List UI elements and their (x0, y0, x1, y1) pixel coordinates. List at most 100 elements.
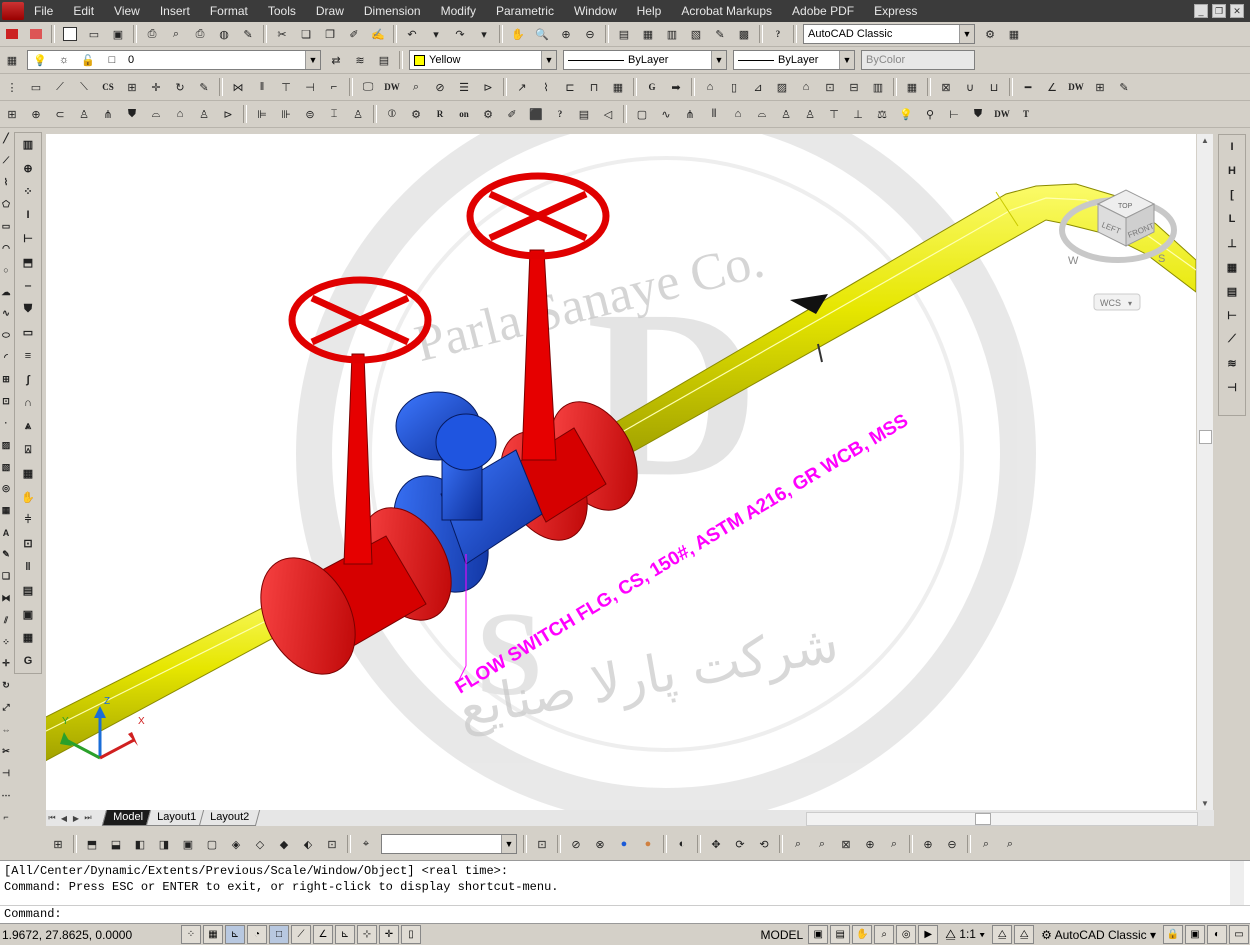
zoom-window-icon[interactable]: ⊕ (556, 24, 576, 44)
refresh-icon[interactable]: G (642, 77, 662, 97)
coordinate-readout[interactable]: 1.9672, 27.8625, 0.0000 (0, 928, 180, 942)
pump-icon[interactable]: ⛊ (18, 299, 38, 318)
dynamic-input-icon[interactable]: ⊹ (357, 925, 377, 944)
se-iso-icon[interactable]: ◇ (250, 834, 270, 854)
i-beam-icon[interactable]: I (1222, 137, 1242, 157)
polar-tracking-icon[interactable]: ◔ (247, 925, 267, 944)
orbit-icon[interactable]: ⟳ (730, 834, 750, 854)
fillet-icon[interactable]: ⌐ (1, 809, 11, 825)
text-icon[interactable]: T (1016, 104, 1036, 124)
angle-icon[interactable]: ∠ (1042, 77, 1062, 97)
tower-icon[interactable]: ⊤ (824, 104, 844, 124)
cube-icon[interactable]: ⬛ (526, 104, 546, 124)
roof-icon[interactable]: ⌂ (796, 77, 816, 97)
settings-icon[interactable]: ⚙ (478, 104, 498, 124)
dw-icon-3[interactable]: DW (992, 104, 1012, 124)
erase-icon[interactable]: ✎ (1, 547, 11, 563)
mtext-icon[interactable]: A (1, 525, 11, 541)
compass-s-label[interactable]: S (1158, 253, 1165, 265)
wall-icon[interactable]: ▥ (868, 77, 888, 97)
panel-icon[interactable]: ▢ (632, 104, 652, 124)
menu-edit[interactable]: Edit (63, 0, 104, 22)
quick-properties-icon[interactable]: ▯ (401, 925, 421, 944)
quick-view-drawings-icon[interactable]: ▤ (830, 925, 851, 944)
dome-icon[interactable]: ⌓ (752, 104, 772, 124)
pin-icon[interactable]: ⊘ (430, 77, 450, 97)
elbow-icon[interactable]: ⌐ (324, 77, 344, 97)
flange-icon[interactable]: ‖ (252, 77, 272, 97)
angle-profile-icon[interactable]: L (1222, 209, 1242, 229)
hook-icon[interactable]: ⚲ (920, 104, 940, 124)
menu-window[interactable]: Window (564, 0, 627, 22)
viewcube-top-label[interactable]: TOP (1118, 203, 1133, 210)
object-snap-icon[interactable]: □ (269, 925, 289, 944)
make-block-icon[interactable]: ⊡ (1, 394, 11, 410)
pan-realtime-icon[interactable]: ✋ (508, 24, 528, 44)
pdf-settings-icon[interactable] (26, 24, 46, 44)
tee-icon[interactable]: ⊤ (276, 77, 296, 97)
column-icon[interactable]: ▯ (724, 77, 744, 97)
hatch-icon[interactable]: ▨ (1, 437, 11, 453)
rectangle-icon[interactable]: ▭ (1, 219, 11, 235)
stack-icon[interactable]: ▣ (18, 605, 38, 624)
refresh-icon[interactable]: G (18, 652, 38, 671)
manifold-icon[interactable]: ⋔ (98, 104, 118, 124)
circle-icon[interactable]: ○ (1, 262, 11, 278)
compass-w-label[interactable]: W (1068, 255, 1079, 267)
markup-icon[interactable]: ✎ (710, 24, 730, 44)
command-scrollbar[interactable] (1230, 861, 1244, 905)
tab-layout1[interactable]: Layout1 (145, 810, 208, 826)
box-check-icon[interactable]: ⊡ (18, 534, 38, 553)
make-current-layer-icon[interactable]: ⇄ (326, 50, 346, 70)
pan-status-icon[interactable]: ✋ (852, 925, 873, 944)
wireframe-3d-icon[interactable]: ⊗ (590, 834, 610, 854)
question-icon[interactable]: ? (550, 104, 570, 124)
panel-icon[interactable]: ▭ (18, 323, 38, 342)
auto-scale-icon[interactable]: ⧋ (1014, 925, 1035, 944)
list-icon[interactable]: ☰ (454, 77, 474, 97)
polygon-icon[interactable]: ⬠ (1, 197, 11, 213)
hide-icon[interactable]: ⊡ (532, 834, 552, 854)
document-icon[interactable]: ▤ (574, 104, 594, 124)
top-view-icon[interactable]: ⬒ (82, 834, 102, 854)
rack-icon[interactable]: ⦀ (704, 104, 724, 124)
support-icon[interactable]: ⊓ (584, 77, 604, 97)
clean-screen-icon[interactable]: ▭ (1229, 925, 1249, 944)
zoom-in-icon[interactable]: ⊕ (918, 834, 938, 854)
vertical-scroll-thumb[interactable] (1199, 430, 1212, 444)
tab-layout2[interactable]: Layout2 (198, 810, 261, 826)
workspace-dropdown[interactable]: AutoCAD Classic ▼ (803, 24, 975, 44)
bottle-icon-4[interactable]: ♙ (776, 104, 796, 124)
3d-polyline-icon[interactable]: ⌇ (536, 77, 556, 97)
trim-icon[interactable]: ✂ (1, 744, 11, 760)
block-editor-icon[interactable]: ✍ (368, 24, 388, 44)
hand-icon[interactable]: ✋ (18, 487, 38, 506)
cloud-icon[interactable]: ☁ (1, 284, 11, 300)
color-dropdown[interactable]: Yellow ▼ (409, 50, 557, 70)
move-icon[interactable]: ✛ (1, 656, 11, 672)
zoom-out-icon[interactable]: ⊖ (942, 834, 962, 854)
layer-properties-icon[interactable]: ▦ (2, 50, 22, 70)
monitor-icon[interactable]: 🖵 (358, 77, 378, 97)
menu-express[interactable]: Express (864, 0, 927, 22)
stair-icon[interactable]: ⊿ (748, 77, 768, 97)
ne-iso-icon[interactable]: ◆ (274, 834, 294, 854)
snap-mode-icon[interactable]: ⁘ (181, 925, 201, 944)
si-icon[interactable]: ⍓ (18, 440, 38, 459)
ucs-world-icon[interactable]: ⌖ (356, 834, 376, 854)
tower-icon[interactable]: ⩓ (18, 417, 38, 436)
window-icon[interactable]: ⊟ (844, 77, 864, 97)
tree-icon[interactable]: ⊥ (848, 104, 868, 124)
pan-icon[interactable]: ✥ (706, 834, 726, 854)
pdf-icon[interactable] (2, 24, 22, 44)
align-center-icon[interactable]: ⊪ (276, 104, 296, 124)
back-view-icon[interactable]: ▢ (202, 834, 222, 854)
nozzle-icon[interactable]: ⊳ (218, 104, 238, 124)
menu-insert[interactable]: Insert (150, 0, 200, 22)
open-icon[interactable]: ▭ (84, 24, 104, 44)
nw-iso-icon[interactable]: ⬖ (298, 834, 318, 854)
point-icon[interactable]: · (1, 415, 11, 431)
bottle-icon-2[interactable]: ♙ (194, 104, 214, 124)
dw-icon-2[interactable]: DW (1066, 77, 1086, 97)
tab-first-icon[interactable]: ⏮ (46, 813, 58, 823)
